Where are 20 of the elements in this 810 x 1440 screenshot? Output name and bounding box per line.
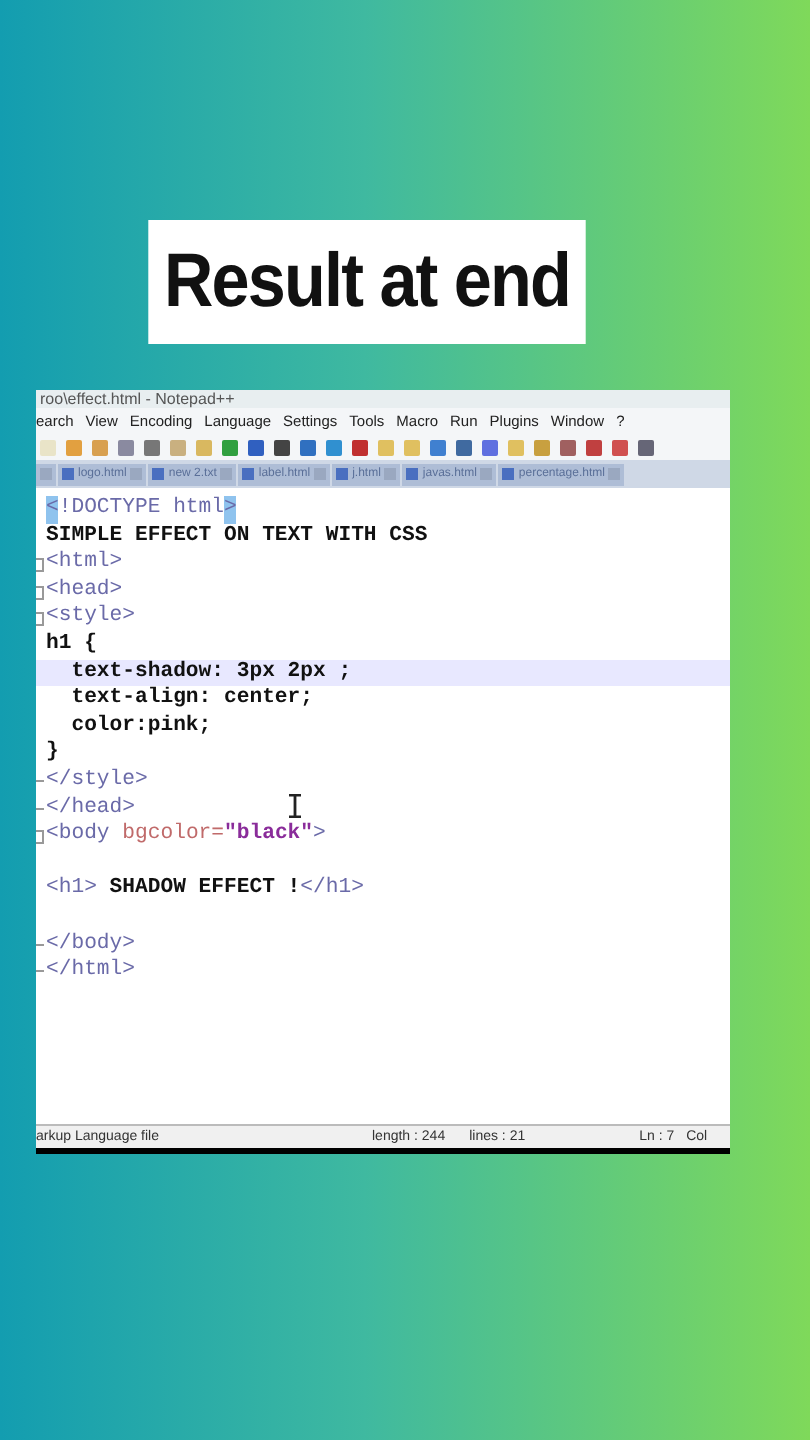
window-title: roo\effect.html - Notepad++ bbox=[36, 390, 730, 408]
code-line: <html> bbox=[46, 550, 123, 578]
code-line: <h1> SHADOW EFFECT !</h1> bbox=[46, 876, 364, 904]
caption: Result at end bbox=[148, 220, 586, 344]
file-tab[interactable] bbox=[36, 463, 56, 485]
code-line: color:pink; bbox=[69, 713, 212, 741]
code-line: </head> bbox=[46, 795, 136, 822]
code-line: </html> bbox=[46, 958, 136, 986]
code-line: <style> bbox=[46, 604, 136, 632]
code-line: } bbox=[46, 740, 59, 768]
code-line: SIMPLE EFFECT ON TEXT WITH CSS bbox=[46, 523, 428, 550]
code-line: <body bgcolor="black"> bbox=[46, 822, 326, 850]
code-line: </style> bbox=[46, 767, 148, 796]
code-line: <!DOCTYPE html> bbox=[46, 496, 237, 524]
code-line: <head> bbox=[46, 577, 123, 604]
code-line: h1 { bbox=[46, 631, 97, 660]
code-line: text-shadow: 3px 2px ; bbox=[69, 659, 352, 686]
code-line: text-align: center; bbox=[69, 686, 314, 714]
text-cursor-icon bbox=[288, 794, 302, 818]
code-line: </body> bbox=[46, 931, 136, 958]
